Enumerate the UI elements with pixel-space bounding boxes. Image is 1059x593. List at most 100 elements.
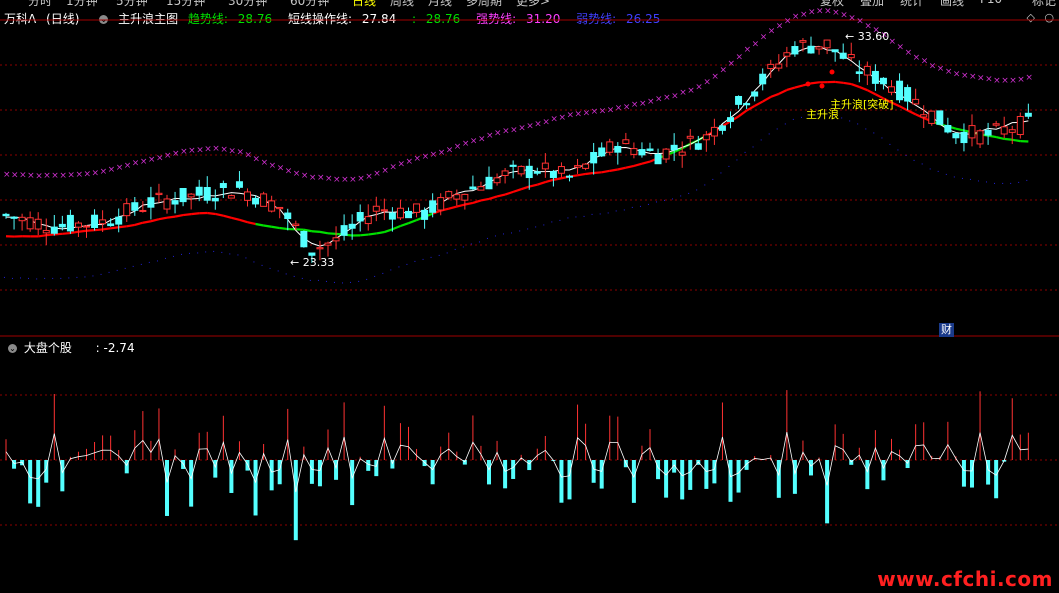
upper-band-mark: × bbox=[236, 148, 244, 158]
candle-body bbox=[654, 153, 662, 165]
upper-band-mark: × bbox=[3, 170, 11, 180]
candle-body bbox=[284, 212, 292, 220]
lower-band-mark: · bbox=[486, 234, 489, 244]
candle-body bbox=[646, 148, 654, 151]
upper-band-mark: × bbox=[768, 26, 776, 36]
osc-bar-down bbox=[809, 460, 813, 476]
candle-body bbox=[574, 165, 582, 168]
candle-body bbox=[147, 197, 155, 208]
upper-band-mark: × bbox=[293, 169, 301, 179]
osc-bar-down bbox=[559, 460, 564, 503]
lower-band-mark: · bbox=[607, 209, 610, 219]
trend-line-segment bbox=[786, 86, 796, 92]
candle-body bbox=[195, 186, 203, 196]
candle-body bbox=[58, 223, 66, 228]
lower-band-mark: · bbox=[293, 272, 296, 282]
osc-bar-down bbox=[269, 460, 274, 491]
financial-badge[interactable]: 财 bbox=[939, 323, 954, 337]
upper-band-mark: × bbox=[148, 155, 156, 165]
upper-band-mark: × bbox=[575, 110, 583, 120]
upper-band-mark: × bbox=[204, 144, 212, 154]
candle-body bbox=[968, 125, 976, 139]
upper-band-mark: × bbox=[889, 37, 897, 47]
candle-body bbox=[920, 114, 928, 118]
lower-band-mark: · bbox=[937, 167, 940, 177]
watermark: www.cfchi.com bbox=[877, 567, 1053, 591]
lower-band-mark: · bbox=[655, 198, 658, 208]
candle-body bbox=[928, 110, 936, 124]
upper-band-mark: × bbox=[969, 72, 977, 82]
upper-band-mark: × bbox=[172, 149, 180, 159]
upper-band-mark: × bbox=[719, 65, 727, 75]
lower-band-mark: · bbox=[108, 268, 111, 278]
lower-band-mark: · bbox=[100, 270, 103, 280]
upper-band-mark: × bbox=[430, 150, 438, 160]
candle-body bbox=[300, 230, 308, 248]
lower-band-mark: · bbox=[575, 213, 578, 223]
signal-dot bbox=[805, 81, 811, 87]
signal-break-label: 主升浪[突破] bbox=[830, 97, 894, 111]
candle-body bbox=[260, 193, 268, 207]
upper-band-mark: × bbox=[615, 104, 623, 114]
upper-band-mark: × bbox=[647, 97, 655, 107]
lower-band-mark: · bbox=[1017, 178, 1020, 188]
candle-body bbox=[735, 95, 743, 105]
candle-body bbox=[115, 216, 123, 225]
trend-line-segment bbox=[835, 80, 844, 84]
osc-bar-down bbox=[253, 460, 258, 516]
upper-band-mark: × bbox=[470, 137, 478, 147]
candle-body bbox=[541, 162, 549, 170]
candle-body bbox=[252, 197, 260, 205]
lower-band-mark: · bbox=[277, 267, 280, 277]
candle-body bbox=[606, 141, 614, 153]
lower-band-mark: · bbox=[599, 210, 602, 220]
candle-body bbox=[549, 171, 557, 178]
upper-band-mark: × bbox=[67, 170, 75, 180]
upper-band-mark: × bbox=[301, 171, 309, 181]
upper-band-mark: × bbox=[196, 146, 204, 156]
lower-band-mark: · bbox=[317, 276, 320, 286]
lower-band-mark: · bbox=[245, 254, 248, 264]
candle-body bbox=[18, 216, 26, 222]
upper-band-mark: × bbox=[784, 16, 792, 26]
upper-band-mark: × bbox=[1009, 76, 1017, 86]
upper-band-mark: × bbox=[43, 171, 51, 181]
candle-body bbox=[614, 145, 622, 153]
lower-band-mark: · bbox=[840, 114, 843, 124]
trend-line-segment bbox=[472, 199, 482, 205]
lower-band-mark: · bbox=[212, 248, 215, 258]
upper-band-mark: × bbox=[897, 43, 905, 53]
upper-band-mark: × bbox=[502, 126, 510, 136]
upper-band-mark: × bbox=[285, 167, 293, 177]
candle-body bbox=[622, 139, 630, 145]
candle-body bbox=[99, 219, 107, 225]
upper-band-mark: × bbox=[631, 100, 639, 110]
upper-band-mark: × bbox=[381, 166, 389, 176]
candle-body bbox=[879, 77, 887, 85]
osc-bar-down bbox=[229, 460, 234, 493]
candle-body bbox=[751, 91, 759, 97]
candle-body bbox=[976, 130, 984, 145]
kline-chart[interactable]: × · × · × · × · × · × · × · × · × · × · × · × · × · × · × · × · × · × · × · × ·… bbox=[0, 0, 1059, 593]
trend-line-segment bbox=[585, 171, 594, 176]
trend-line-segment bbox=[239, 218, 248, 224]
candle-body bbox=[107, 223, 115, 227]
osc-bar-down bbox=[736, 460, 741, 493]
lower-band-mark: · bbox=[59, 275, 62, 285]
lower-band-mark: · bbox=[43, 275, 46, 285]
trend-line-segment bbox=[263, 224, 272, 228]
upper-band-mark: × bbox=[776, 21, 784, 31]
upper-band-mark: × bbox=[534, 120, 542, 130]
candle-body bbox=[557, 166, 565, 174]
candle-body bbox=[187, 193, 195, 198]
osc-bar-down bbox=[591, 460, 596, 483]
trend-line-segment bbox=[215, 212, 224, 217]
trend-line-segment bbox=[617, 166, 627, 171]
lower-band-mark: · bbox=[623, 206, 626, 216]
upper-band-mark: × bbox=[953, 70, 961, 80]
lower-band-mark: · bbox=[728, 162, 731, 172]
upper-band-mark: × bbox=[309, 173, 317, 183]
upper-band-mark: × bbox=[655, 94, 663, 104]
trend-line-segment bbox=[78, 229, 87, 233]
candle-body bbox=[863, 65, 871, 76]
